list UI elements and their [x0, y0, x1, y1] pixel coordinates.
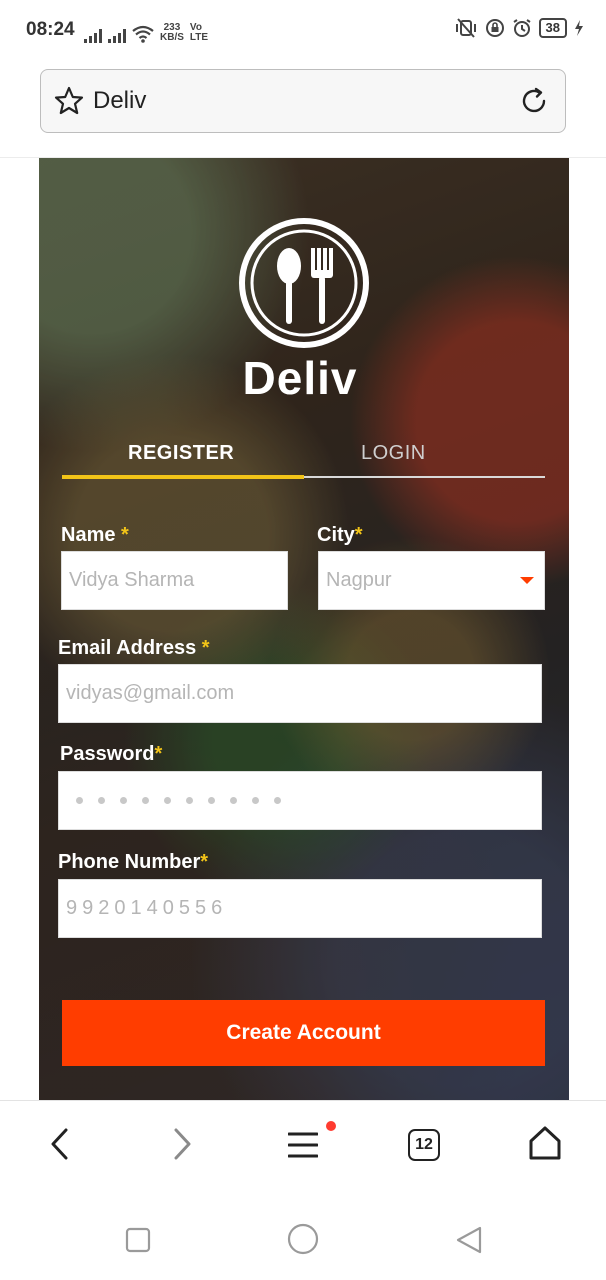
- email-input[interactable]: vidyas@gmail.com: [58, 664, 542, 723]
- back-icon[interactable]: [48, 1127, 72, 1161]
- phone-input[interactable]: 9920140556: [58, 879, 542, 938]
- phone-label-text: Phone Number: [58, 851, 201, 873]
- city-select[interactable]: Nagpur: [318, 551, 545, 610]
- menu-icon[interactable]: [288, 1131, 318, 1159]
- password-mask: [66, 797, 281, 804]
- vibrate-off-icon: [455, 18, 476, 38]
- lock-rotation-icon: [485, 19, 504, 37]
- required-marker: *: [201, 637, 210, 659]
- name-label: Name *: [61, 524, 129, 547]
- browser-toolbar: 12: [0, 1101, 606, 1187]
- volte-bottom: LTE: [189, 32, 209, 43]
- city-label-text: City: [317, 524, 355, 546]
- address-text[interactable]: Deliv: [93, 87, 146, 115]
- signal-icon: [84, 27, 102, 43]
- system-navigation: [0, 1187, 606, 1280]
- required-marker: *: [154, 743, 163, 765]
- password-input[interactable]: [58, 771, 542, 830]
- auth-tabs: REGISTER LOGIN: [62, 438, 545, 480]
- required-marker: *: [121, 524, 129, 546]
- password-dot: [164, 797, 171, 804]
- status-time: 08:24: [26, 19, 75, 40]
- status-left-icons: 233 KB/S Vo LTE: [84, 19, 208, 43]
- password-dot: [230, 797, 237, 804]
- signal-icon-2: [108, 27, 126, 43]
- phone-label: Phone Number*: [58, 851, 208, 874]
- notification-dot: [326, 1121, 336, 1131]
- password-dot: [98, 797, 105, 804]
- tab-active-indicator: [62, 475, 304, 479]
- charging-icon: [575, 20, 583, 36]
- name-value: Vidya Sharma: [69, 569, 195, 591]
- dropdown-caret-icon: [520, 577, 534, 584]
- web-content: Deliv REGISTER LOGIN Name * Vidya Sharma…: [39, 158, 569, 1100]
- speed-unit: KB/S: [160, 32, 184, 43]
- bookmark-star-icon[interactable]: [53, 85, 85, 117]
- phone-value: 9920140556: [66, 897, 228, 919]
- network-speed: 233 KB/S: [160, 23, 184, 43]
- required-marker: *: [354, 524, 363, 546]
- name-input[interactable]: Vidya Sharma: [61, 551, 288, 610]
- back-nav-icon[interactable]: [455, 1225, 483, 1255]
- wifi-icon: [132, 25, 154, 43]
- password-dot: [274, 797, 281, 804]
- home-icon[interactable]: [528, 1125, 562, 1161]
- password-dot: [120, 797, 127, 804]
- password-label-text: Password: [60, 743, 155, 765]
- status-bar: 08:24 233 KB/S Vo LTE 38: [0, 0, 606, 62]
- city-label: City*: [317, 524, 363, 547]
- alarm-icon: [512, 19, 531, 37]
- reload-icon[interactable]: [519, 86, 549, 116]
- email-value: vidyas@gmail.com: [66, 682, 235, 704]
- name-label-text: Name: [61, 524, 116, 546]
- password-dot: [186, 797, 193, 804]
- forward-icon[interactable]: [170, 1127, 194, 1161]
- recent-apps-icon[interactable]: [125, 1227, 151, 1253]
- tab-register[interactable]: REGISTER: [128, 442, 234, 465]
- address-bar[interactable]: Deliv: [40, 69, 566, 133]
- volte-indicator: Vo LTE: [190, 23, 208, 43]
- password-dot: [76, 797, 83, 804]
- email-label-text: Email Address: [58, 637, 197, 659]
- city-value: Nagpur: [326, 569, 392, 591]
- tabs-button[interactable]: 12: [408, 1129, 440, 1161]
- home-nav-icon[interactable]: [287, 1223, 319, 1255]
- create-account-button[interactable]: Create Account: [62, 1000, 545, 1066]
- status-right-icons: 38: [454, 18, 584, 38]
- email-label: Email Address *: [58, 637, 210, 660]
- password-dot: [142, 797, 149, 804]
- password-dot: [208, 797, 215, 804]
- battery-indicator: 38: [538, 18, 567, 38]
- password-dot: [252, 797, 259, 804]
- password-label: Password*: [60, 743, 162, 766]
- tab-login[interactable]: LOGIN: [361, 442, 426, 465]
- required-marker: *: [200, 851, 209, 873]
- brand-title: Deliv: [242, 352, 358, 404]
- spoon-fork-logo-icon: [239, 218, 369, 348]
